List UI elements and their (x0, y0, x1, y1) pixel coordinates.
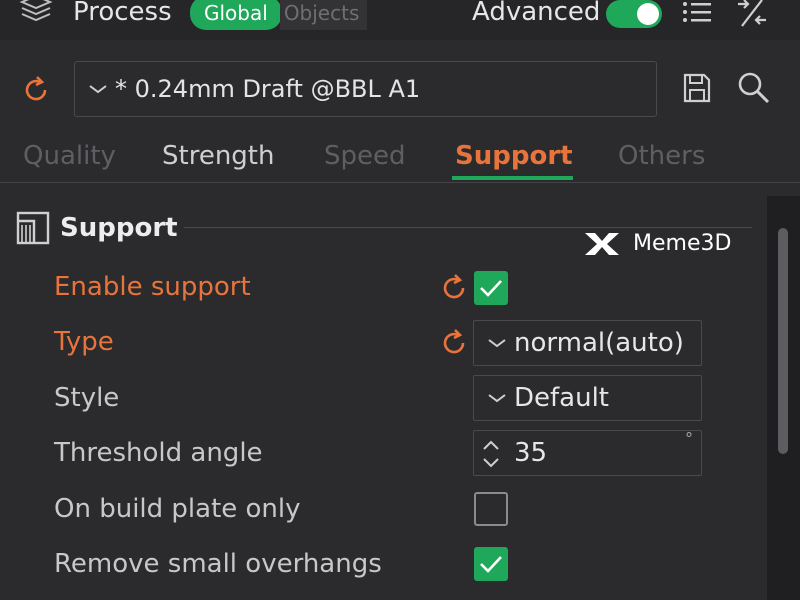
advanced-toggle[interactable] (606, 0, 662, 28)
chevron-down-icon (89, 85, 107, 94)
tab-speed[interactable]: Speed (324, 136, 406, 176)
check-icon (480, 280, 502, 297)
degree-unit: ° (685, 429, 693, 448)
top-bar: Process Global Objects Advanced (0, 0, 800, 40)
save-icon[interactable] (682, 72, 712, 104)
section-title: Support (60, 213, 178, 243)
threshold-angle-value: 35 (514, 438, 548, 468)
settings-tabs: Quality Strength Speed Support Others (0, 136, 800, 182)
style-value: Default (514, 383, 609, 413)
remove-small-overhangs-label: Remove small overhangs (54, 549, 382, 579)
enable-support-checkbox[interactable] (474, 271, 508, 305)
compare-icon[interactable] (734, 0, 770, 30)
layers-icon (19, 0, 53, 22)
build-plate-only-checkbox[interactable] (474, 492, 508, 526)
enable-support-label: Enable support (54, 272, 251, 302)
toggle-knob (637, 3, 659, 25)
type-select[interactable]: normal(auto) (473, 320, 702, 366)
advanced-label: Advanced (472, 0, 601, 27)
panel-title: Process (73, 0, 172, 27)
threshold-angle-spinbox[interactable]: 35 ° (473, 429, 702, 476)
type-value: normal(auto) (514, 328, 684, 358)
reset-icon[interactable] (20, 74, 52, 106)
spin-arrows-icon[interactable] (480, 435, 502, 473)
tab-support[interactable]: Support (455, 136, 573, 176)
remove-small-overhangs-checkbox[interactable] (474, 547, 508, 581)
search-icon[interactable] (736, 70, 772, 106)
tabs-divider (0, 182, 800, 183)
brand-watermark: Meme3D (583, 228, 731, 260)
tab-strength[interactable]: Strength (162, 136, 274, 176)
check-icon (480, 556, 502, 573)
threshold-angle-label: Threshold angle (54, 438, 263, 468)
brand-text: Meme3D (633, 231, 732, 256)
global-mode-button[interactable]: Global (190, 0, 282, 30)
type-label: Type (54, 327, 114, 357)
style-label: Style (54, 383, 120, 413)
reset-icon[interactable] (438, 327, 470, 359)
preset-select[interactable]: * 0.24mm Draft @BBL A1 (74, 61, 657, 117)
preset-value: * 0.24mm Draft @BBL A1 (115, 75, 421, 103)
objects-mode-button[interactable]: Objects (279, 0, 368, 30)
tab-others[interactable]: Others (618, 136, 705, 176)
scope-segmented-control: Global Objects (190, 0, 368, 30)
reset-icon[interactable] (438, 272, 470, 304)
tab-quality[interactable]: Quality (23, 136, 116, 176)
scrollbar-thumb[interactable] (778, 228, 788, 454)
list-icon[interactable] (680, 0, 714, 28)
build-plate-only-label: On build plate only (54, 494, 301, 524)
chevron-down-icon (488, 394, 506, 403)
brand-logo-icon (585, 233, 619, 255)
style-select[interactable]: Default (473, 375, 702, 421)
support-section-icon (16, 211, 50, 245)
active-tab-indicator (452, 176, 573, 180)
chevron-down-icon (488, 339, 506, 348)
